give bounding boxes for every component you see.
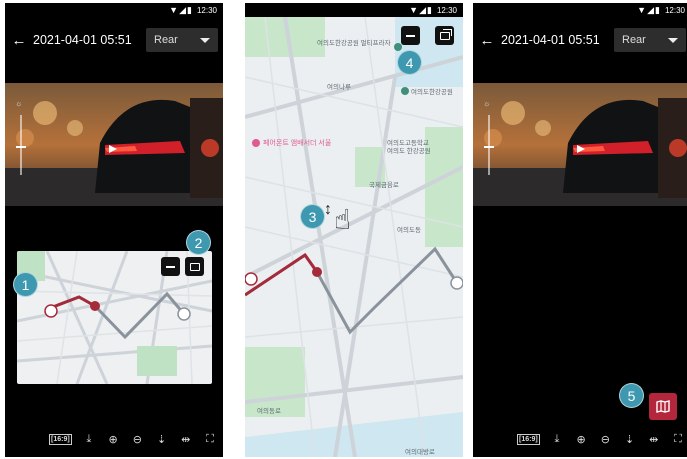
mini-map[interactable] — [17, 251, 212, 384]
mini-map-canvas — [17, 251, 212, 384]
map-minimize-button[interactable] — [401, 26, 420, 45]
header: ← 2021-04-01 05:51 Rear — [5, 25, 223, 55]
full-map[interactable]: 여의도한강공원 멀티프라자 여의나루 여의도한강공원 페어몬트 앰배서더 서울 … — [245, 17, 463, 457]
status-time: 12:30 — [436, 5, 457, 15]
brightness-slider-thumb[interactable] — [16, 146, 26, 148]
callout-1: 1 — [13, 272, 38, 297]
callout-2: 2 — [186, 230, 211, 255]
map-icon — [656, 400, 670, 413]
restore-window-icon — [439, 28, 452, 40]
playback-toolbar: [16:9] ⤓ ⊕ ⊖ ⇣ ⇹ ⛶ — [49, 431, 217, 447]
map-label: 페어몬트 앰배서더 서울 — [263, 138, 332, 147]
minus-icon — [166, 265, 175, 268]
video-player[interactable] — [473, 83, 687, 206]
flip-vertical-icon[interactable]: ⇣ — [623, 433, 637, 446]
hand-gesture-icon: ☝ — [334, 204, 352, 235]
resize-arrow-icon: ↕ — [324, 201, 332, 218]
status-icons: ▼◢▮ — [169, 4, 193, 15]
header: ← 2021-04-01 05:51 Rear — [473, 25, 687, 55]
status-time: 12:30 — [664, 5, 685, 15]
brightness-slider[interactable] — [20, 115, 22, 175]
map-label: 여의동로 — [257, 406, 281, 415]
fullscreen-icon[interactable]: ⛶ — [203, 433, 217, 446]
fullscreen-icon[interactable]: ⛶ — [671, 433, 685, 446]
minus-icon — [406, 34, 415, 37]
map-expand-button[interactable] — [185, 257, 204, 276]
map-label: 여의도한강공원 — [411, 87, 453, 96]
map-minimize-button[interactable] — [161, 257, 180, 276]
camera-select[interactable]: Rear — [614, 28, 686, 52]
phone-screen-1: ▼◢▮ 12:30 ← 2021-04-01 05:51 Rear ☼ 1 2 … — [5, 3, 223, 457]
status-icons: ▼◢▮ — [637, 4, 661, 15]
camera-select-value: Rear — [154, 34, 178, 46]
map-label: 여의도 한강공원 — [387, 146, 431, 155]
download-icon[interactable]: ⤓ — [550, 433, 564, 446]
window-icon — [189, 262, 200, 271]
playback-toolbar: [16:9] ⤓ ⊕ ⊖ ⇣ ⇹ ⛶ — [517, 431, 685, 447]
status-bar: ▼◢▮ 12:30 — [245, 3, 463, 17]
phone-screen-3: ▼◢▮ 12:30 ← 2021-04-01 05:51 Rear ☼ 5 [1… — [473, 3, 687, 457]
video-frame — [5, 83, 223, 206]
brightness-slider-thumb[interactable] — [484, 146, 494, 148]
map-label: 여의도한강공원 멀티프라자 — [317, 38, 391, 47]
caret-down-icon — [200, 37, 210, 43]
brightness-icon: ☼ — [483, 99, 491, 108]
brightness-icon: ☼ — [15, 99, 23, 108]
aspect-ratio-button[interactable]: [16:9] — [517, 433, 540, 445]
callout-3: 3 — [300, 204, 325, 229]
callout-5: 5 — [619, 383, 644, 408]
status-icons: ▼◢▮ — [409, 4, 433, 15]
map-label: 여의도고등학교 — [387, 138, 429, 147]
show-map-button[interactable] — [649, 393, 677, 420]
brightness-slider[interactable] — [488, 115, 490, 175]
flip-horizontal-icon[interactable]: ⇹ — [179, 433, 193, 446]
back-arrow-icon[interactable]: ← — [5, 32, 33, 49]
download-icon[interactable]: ⤓ — [82, 433, 96, 446]
zoom-out-icon[interactable]: ⊖ — [598, 433, 612, 446]
aspect-ratio-button[interactable]: [16:9] — [49, 433, 72, 445]
map-label: 여의도동 — [397, 225, 421, 234]
map-restore-button[interactable] — [435, 26, 454, 45]
zoom-in-icon[interactable]: ⊕ — [106, 433, 120, 446]
video-date-time: 2021-04-01 05:51 — [33, 33, 132, 47]
video-frame — [473, 83, 687, 206]
map-label: 국제금융로 — [369, 181, 399, 189]
video-player[interactable] — [5, 83, 223, 206]
status-bar: ▼◢▮ 12:30 — [473, 3, 687, 17]
caret-down-icon — [668, 37, 678, 43]
status-bar: ▼◢▮ 12:30 — [5, 3, 223, 17]
zoom-out-icon[interactable]: ⊖ — [130, 433, 144, 446]
map-label: 여의나루 — [327, 82, 351, 91]
status-time: 12:30 — [196, 5, 217, 15]
phone-screen-2: ▼◢▮ 12:30 여의도한강공원 멀티프라자 여의나루 여의도한강공원 페어몬… — [245, 3, 463, 457]
back-arrow-icon[interactable]: ← — [473, 32, 501, 49]
video-date-time: 2021-04-01 05:51 — [501, 33, 600, 47]
camera-select-value: Rear — [622, 34, 646, 46]
map-label: 여의대방로 — [405, 447, 435, 456]
zoom-in-icon[interactable]: ⊕ — [574, 433, 588, 446]
camera-select[interactable]: Rear — [146, 28, 218, 52]
flip-vertical-icon[interactable]: ⇣ — [155, 433, 169, 446]
callout-4: 4 — [397, 50, 422, 75]
full-map-canvas: 여의도한강공원 멀티프라자 여의나루 여의도한강공원 페어몬트 앰배서더 서울 … — [245, 17, 463, 457]
flip-horizontal-icon[interactable]: ⇹ — [647, 433, 661, 446]
